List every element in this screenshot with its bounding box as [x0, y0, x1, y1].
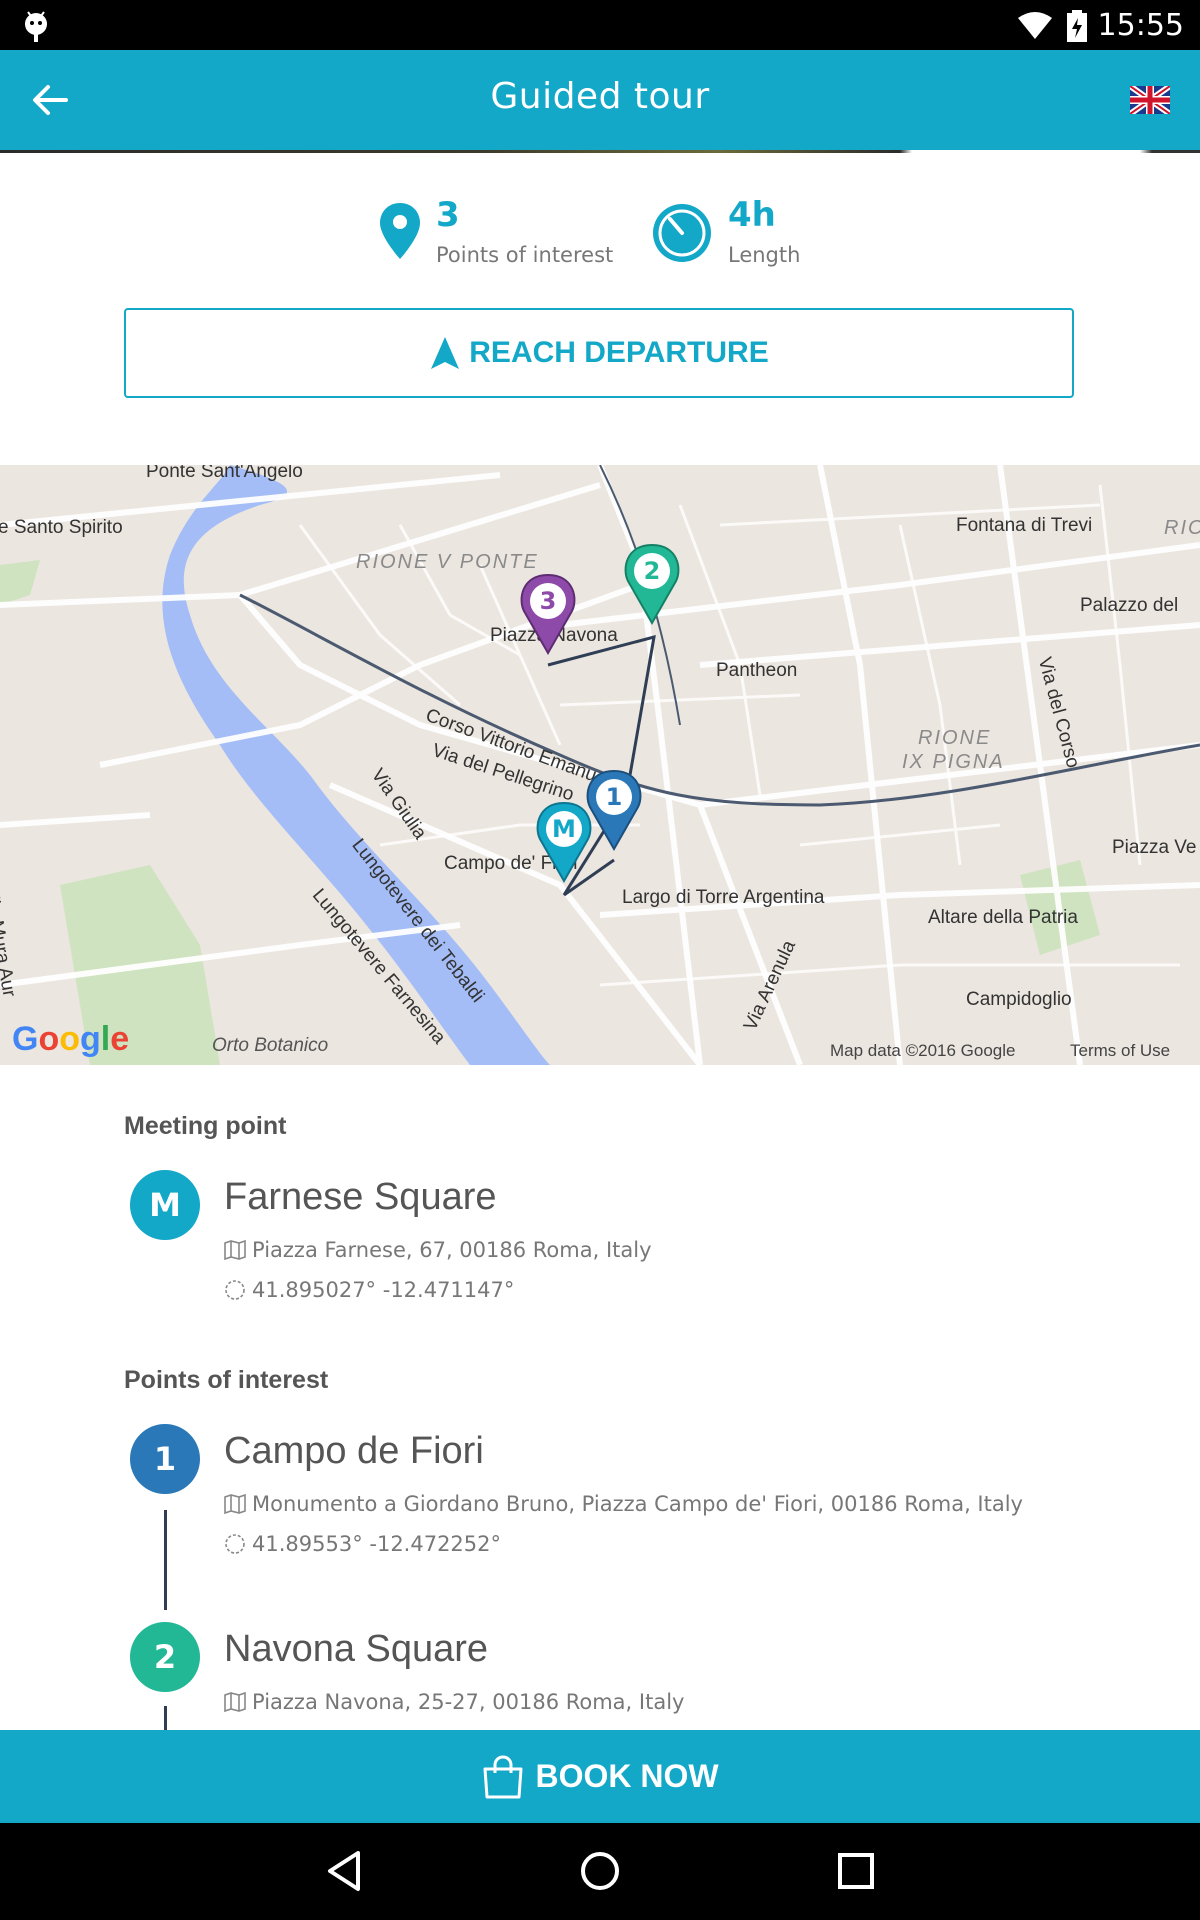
navigation-arrow-icon	[431, 337, 460, 369]
points-count: 3	[436, 195, 460, 235]
gps-icon	[225, 1280, 245, 1300]
map-base	[0, 465, 1200, 1065]
hero-image-strip	[0, 150, 1200, 153]
meeting-address: Piazza Farnese, 67, 00186 Roma, Italy	[224, 1238, 652, 1262]
map-label-pantheon: Pantheon	[716, 660, 798, 681]
map-label-ponte: Ponte Sant'Angelo	[146, 465, 303, 482]
map-label-campidoglio: Campidoglio	[966, 989, 1072, 1010]
length-value: 4h	[728, 195, 776, 235]
poi-badge-2: 2	[130, 1622, 200, 1692]
map-label-piazza-ve: Piazza Ve	[1112, 837, 1197, 858]
map-label-largo: Largo di Torre Argentina	[622, 887, 825, 908]
home-nav-icon[interactable]	[578, 1849, 622, 1893]
gps-icon	[225, 1534, 245, 1554]
length-label: Length	[728, 243, 801, 267]
back-nav-icon[interactable]	[324, 1849, 364, 1893]
map-label-rione-pigna-2: IX PIGNA	[902, 751, 1005, 773]
book-now-label: BOOK NOW	[535, 1758, 719, 1794]
meeting-badge: M	[130, 1170, 200, 1240]
route-map[interactable]: Ponte Sant'Angelo e Santo Spirito RIONE …	[0, 465, 1200, 1065]
page-title: Guided tour	[490, 76, 710, 117]
terms-of-use-link[interactable]: Terms of Use	[1070, 1041, 1170, 1061]
battery-icon	[1067, 10, 1087, 42]
map-icon	[224, 1692, 246, 1712]
reach-departure-button[interactable]: REACH DEPARTURE	[124, 308, 1074, 398]
map-marker-2[interactable]: 2	[622, 541, 682, 625]
system-nav-bar	[0, 1823, 1200, 1920]
marker-2-label: 2	[644, 557, 661, 585]
android-icon	[25, 11, 47, 42]
map-marker-3[interactable]: 3	[518, 571, 578, 655]
map-label-fontana: Fontana di Trevi	[956, 515, 1093, 536]
map-data-attribution: Map data ©2016 Google	[830, 1041, 1016, 1060]
meeting-address-text: Piazza Farnese, 67, 00186 Roma, Italy	[252, 1238, 652, 1262]
location-pin-icon	[380, 203, 420, 259]
map-label-palazzo: Palazzo del	[1080, 595, 1179, 616]
reach-departure-label: REACH DEPARTURE	[469, 336, 769, 369]
poi-address-1: Monumento a Giordano Bruno, Piazza Campo…	[224, 1492, 1023, 1516]
wifi-icon	[1018, 12, 1052, 39]
map-label-rio: RIO	[1164, 517, 1200, 539]
marker-1-label: 1	[606, 783, 623, 811]
recents-nav-icon[interactable]	[836, 1849, 876, 1893]
meeting-point-title: Meeting point	[124, 1112, 287, 1140]
points-of-interest-title: Points of interest	[124, 1366, 329, 1394]
poi-name-2: Navona Square	[224, 1628, 489, 1670]
map-label-rione-pigna-1: RIONE	[918, 727, 992, 749]
uk-flag-icon[interactable]	[1130, 86, 1170, 114]
timeline-connector	[164, 1706, 167, 1730]
google-logo: Google	[12, 1020, 130, 1058]
tour-stats: 3 Points of interest 4h Length	[0, 195, 1200, 275]
poi-address-text-1: Monumento a Giordano Bruno, Piazza Campo…	[252, 1492, 1023, 1516]
map-label-rione-ponte: RIONE V PONTE	[356, 551, 539, 573]
map-icon	[224, 1494, 246, 1514]
app-bar: Guided tour	[0, 50, 1200, 150]
poi-coords-1: 41.89553° -12.472252°	[224, 1532, 501, 1556]
shopping-bag-icon	[483, 1754, 523, 1798]
timer-icon	[653, 204, 711, 262]
poi-badge-1: 1	[130, 1424, 200, 1494]
status-bar: 15:55	[0, 0, 1200, 50]
marker-m-label: M	[552, 815, 576, 843]
poi-name-1: Campo de Fiori	[224, 1430, 484, 1472]
clock: 15:55	[1097, 8, 1184, 43]
poi-address-2: Piazza Navona, 25-27, 00186 Roma, Italy	[224, 1690, 684, 1714]
timeline-connector	[164, 1510, 167, 1610]
meeting-name: Farnese Square	[224, 1176, 497, 1218]
meeting-coords-text: 41.895027° -12.471147°	[252, 1278, 515, 1302]
meeting-coords: 41.895027° -12.471147°	[224, 1278, 514, 1302]
book-now-button[interactable]: BOOK NOW	[0, 1730, 1200, 1823]
map-label-orto: Orto Botanico	[212, 1035, 329, 1056]
map-label-santo-spirito: e Santo Spirito	[0, 517, 123, 538]
poi-address-text-2: Piazza Navona, 25-27, 00186 Roma, Italy	[252, 1690, 685, 1714]
points-label: Points of interest	[436, 243, 614, 267]
map-icon	[224, 1240, 246, 1260]
map-label-altare: Altare della Patria	[928, 907, 1078, 928]
poi-coords-text-1: 41.89553° -12.472252°	[252, 1532, 502, 1556]
marker-3-label: 3	[540, 587, 557, 615]
map-marker-meeting[interactable]: M	[534, 799, 594, 883]
